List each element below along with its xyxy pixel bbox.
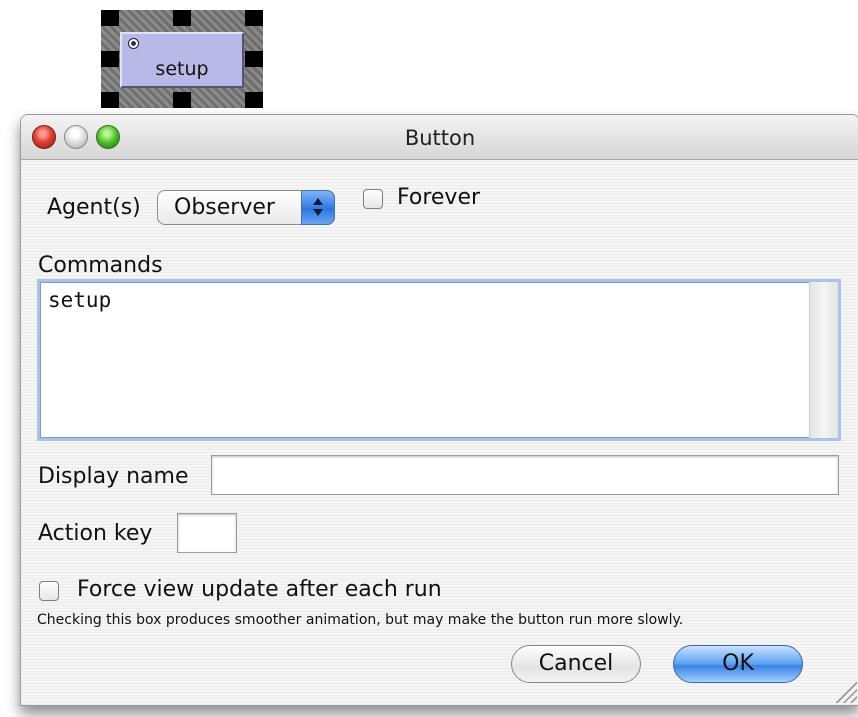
select-arrows-icon	[301, 190, 335, 225]
forever-label: Forever	[397, 185, 481, 210]
widget-button-label: setup	[155, 58, 209, 80]
resize-handle[interactable]	[245, 92, 263, 108]
ok-button[interactable]: OK	[673, 645, 803, 683]
resize-handle[interactable]	[245, 51, 263, 67]
forever-checkbox[interactable]	[363, 189, 383, 209]
cancel-button[interactable]: Cancel	[511, 645, 641, 683]
resize-handle[interactable]	[173, 10, 191, 26]
window-title: Button	[404, 126, 476, 150]
force-update-label: Force view update after each run	[77, 577, 442, 602]
action-key-field[interactable]	[177, 513, 237, 553]
button-dialog: Button Agent(s) Observer Forever Command…	[20, 114, 858, 706]
display-name-field[interactable]	[211, 455, 839, 495]
force-update-hint: Checking this box produces smoother anim…	[37, 612, 684, 628]
commands-textarea[interactable]: setup	[37, 279, 841, 441]
resize-grip-icon[interactable]	[833, 679, 857, 703]
title-bar: Button	[21, 115, 858, 160]
action-key-label: Action key	[38, 521, 153, 546]
selected-widget[interactable]: setup	[101, 10, 263, 108]
commands-label: Commands	[38, 253, 163, 278]
resize-handle[interactable]	[173, 92, 191, 108]
resize-handle[interactable]	[101, 51, 119, 67]
resize-handle[interactable]	[101, 10, 119, 26]
resize-handle[interactable]	[101, 92, 119, 108]
agents-label: Agent(s)	[47, 195, 141, 220]
display-name-label: Display name	[38, 464, 189, 489]
force-update-checkbox[interactable]	[39, 581, 59, 601]
agents-select[interactable]: Observer	[157, 190, 335, 225]
agents-select-value: Observer	[174, 195, 275, 220]
observer-eye-icon	[128, 38, 139, 49]
resize-handle[interactable]	[245, 10, 263, 26]
commands-scrollbar[interactable]	[809, 282, 838, 438]
commands-text: setup	[48, 288, 112, 312]
setup-widget-button[interactable]: setup	[120, 32, 244, 88]
